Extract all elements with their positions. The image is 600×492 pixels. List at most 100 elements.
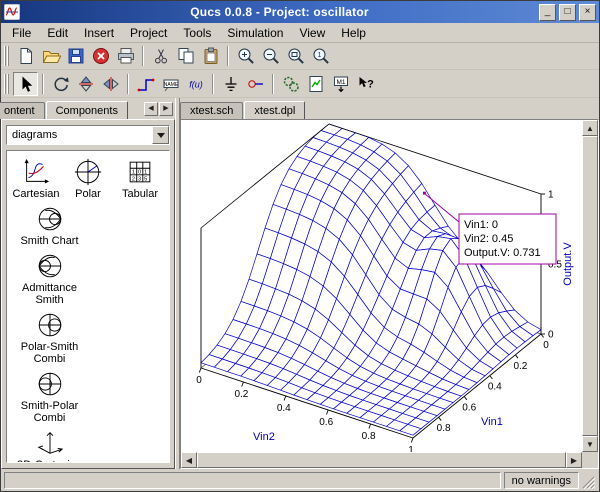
svg-text:M1: M1 xyxy=(336,78,345,85)
svg-text:0.6: 0.6 xyxy=(462,402,476,413)
horizontal-scrollbar[interactable]: ◀ ▶ xyxy=(181,452,582,468)
paste-button[interactable] xyxy=(198,44,223,68)
whats-this-icon: ? xyxy=(356,74,376,94)
open-file-button[interactable] xyxy=(38,44,63,68)
menu-tools[interactable]: Tools xyxy=(175,23,219,42)
sidebar-tab-components[interactable]: Components xyxy=(46,101,128,119)
minimize-button[interactable]: _ xyxy=(539,4,556,21)
rotate-ccw-button[interactable] xyxy=(48,72,73,96)
palette-item-smith-polar-combi[interactable]: Smith-Polar Combi xyxy=(10,369,89,424)
svg-text:0.8: 0.8 xyxy=(437,423,451,434)
palette-item-label: Cartesian xyxy=(12,188,59,200)
statusbar: no warnings xyxy=(1,469,599,491)
rotate-ccw-icon xyxy=(51,74,71,94)
svg-text:Output.V: 0.731: Output.V: 0.731 xyxy=(464,247,541,259)
tab-scroll-left-button[interactable]: ◀ xyxy=(144,102,158,116)
svg-text:1: 1 xyxy=(317,52,321,59)
svg-text:1: 1 xyxy=(548,190,554,201)
svg-text:Vin1: 0: Vin1: 0 xyxy=(464,219,498,231)
sidebar-tab-content[interactable]: ontent xyxy=(0,102,45,119)
scroll-right-button[interactable]: ▶ xyxy=(566,452,582,468)
scroll-up-button[interactable]: ▲ xyxy=(582,120,598,136)
zoom-fit-button[interactable] xyxy=(283,44,308,68)
toolbar-separator xyxy=(127,74,129,94)
toolbar-handle[interactable] xyxy=(4,46,10,66)
new-document-button[interactable] xyxy=(13,44,38,68)
sidebar: ontent Components ◀ ▶ diagrams Cartesian… xyxy=(1,98,175,469)
select-pointer-button[interactable] xyxy=(13,72,38,96)
svg-text:f(u): f(u) xyxy=(189,79,203,89)
palette-item-tabular[interactable]: 101235Tabular xyxy=(114,157,166,200)
view-data-button[interactable] xyxy=(303,72,328,96)
insert-port-button[interactable] xyxy=(243,72,268,96)
palette-item-admittance-smith[interactable]: Admittance Smith xyxy=(10,251,89,306)
tab-scroll-right-button[interactable]: ▶ xyxy=(159,102,173,116)
smith-polar-combi-icon xyxy=(35,369,65,399)
save-file-button[interactable] xyxy=(63,44,88,68)
polar-diagram-icon xyxy=(73,157,103,187)
menu-insert[interactable]: Insert xyxy=(76,23,122,42)
horizontal-scroll-thumb[interactable] xyxy=(197,452,566,468)
copy-button[interactable] xyxy=(173,44,198,68)
palette-item-3d-cartesian[interactable]: 3D-Cartesian xyxy=(10,428,89,463)
document-tab-xtest-dpl[interactable]: xtest.dpl xyxy=(244,101,305,119)
diagram-palette: CartesianPolar101235Tabular Smith Chart Ad… xyxy=(6,150,170,463)
mirror-about-y-icon xyxy=(101,74,121,94)
select-pointer-icon xyxy=(16,74,36,94)
paste-icon xyxy=(201,46,221,66)
menu-help[interactable]: Help xyxy=(333,23,374,42)
diagram-category-select[interactable]: diagrams xyxy=(6,125,170,145)
mirror-about-y-button[interactable] xyxy=(98,72,123,96)
zoom-in-icon xyxy=(236,46,256,66)
menu-view[interactable]: View xyxy=(291,23,333,42)
svg-text:Vin2: 0.45: Vin2: 0.45 xyxy=(464,233,513,245)
palette-item-label: Admittance Smith xyxy=(10,282,89,306)
menu-edit[interactable]: Edit xyxy=(39,23,76,42)
maximize-button[interactable]: □ xyxy=(559,4,576,21)
menu-project[interactable]: Project xyxy=(122,23,175,42)
zoom-one-to-one-button[interactable]: 1 xyxy=(308,44,333,68)
wire-label-button[interactable]: NAME xyxy=(158,72,183,96)
data-display-canvas[interactable]: 00.20.40.60.81Vin200.20.40.60.8Vin100.51… xyxy=(181,120,582,452)
whats-this-button[interactable]: ? xyxy=(353,72,378,96)
resize-grip[interactable] xyxy=(582,472,596,489)
print-button[interactable] xyxy=(113,44,138,68)
close-file-icon xyxy=(91,46,111,66)
palette-item-polar[interactable]: Polar xyxy=(62,157,114,200)
svg-text:Vin2: Vin2 xyxy=(253,431,275,443)
close-button[interactable]: × xyxy=(579,4,596,21)
svg-text:Output.V: Output.V xyxy=(562,242,574,286)
svg-text:0.6: 0.6 xyxy=(319,417,333,428)
toolbar-handle[interactable] xyxy=(4,74,10,94)
document-tab-xtest-sch[interactable]: xtest.sch xyxy=(180,102,243,119)
insert-wire-button[interactable] xyxy=(133,72,158,96)
cut-button[interactable] xyxy=(148,44,173,68)
simulate-button[interactable] xyxy=(278,72,303,96)
zoom-out-button[interactable] xyxy=(258,44,283,68)
zoom-in-button[interactable] xyxy=(233,44,258,68)
equation-icon: f(u) xyxy=(186,74,206,94)
menu-file[interactable]: File xyxy=(4,23,39,42)
svg-text:NAME: NAME xyxy=(163,81,178,87)
combo-dropdown-button[interactable] xyxy=(152,126,169,144)
insert-ground-button[interactable] xyxy=(218,72,243,96)
svg-text:?: ? xyxy=(367,78,374,90)
palette-item-smith-chart[interactable]: Smith Chart xyxy=(10,204,89,247)
close-file-button[interactable] xyxy=(88,44,113,68)
save-file-icon xyxy=(66,46,86,66)
toolbar-separator xyxy=(142,46,144,66)
vertical-scrollbar[interactable]: ▲ ▼ xyxy=(582,120,598,452)
copy-icon xyxy=(176,46,196,66)
mirror-about-x-button[interactable] xyxy=(73,72,98,96)
palette-item-cartesian[interactable]: Cartesian xyxy=(10,157,62,200)
vertical-scroll-thumb[interactable] xyxy=(582,136,598,436)
menu-simulation[interactable]: Simulation xyxy=(219,23,291,42)
palette-item-polar-smith-combi[interactable]: Polar-Smith Combi xyxy=(10,310,89,365)
subcircuit-button[interactable]: M1 xyxy=(328,72,353,96)
equation-button[interactable]: f(u) xyxy=(183,72,208,96)
scroll-down-button[interactable]: ▼ xyxy=(582,436,598,452)
palette-item-label: 3D-Cartesian xyxy=(17,459,82,463)
titlebar[interactable]: Qucs 0.0.8 - Project: oscillator _ □ × xyxy=(1,1,599,23)
scroll-left-button[interactable]: ◀ xyxy=(181,452,197,468)
cut-icon xyxy=(151,46,171,66)
